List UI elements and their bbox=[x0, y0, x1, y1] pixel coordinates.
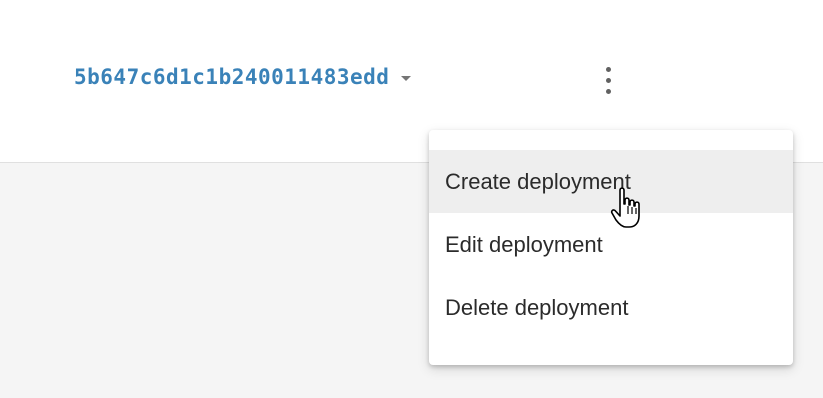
kebab-dot bbox=[605, 88, 611, 94]
kebab-dot bbox=[605, 66, 611, 72]
kebab-dot bbox=[605, 77, 611, 83]
menu-item-label: Edit deployment bbox=[445, 231, 603, 257]
menu-item-label: Create deployment bbox=[445, 168, 631, 194]
menu-item-label: Delete deployment bbox=[445, 294, 629, 320]
menu-item-delete-deployment[interactable]: Delete deployment bbox=[429, 276, 793, 339]
deployment-selector[interactable]: 5b647c6d1c1b240011483edd bbox=[74, 62, 412, 92]
more-vert-icon[interactable] bbox=[596, 60, 620, 100]
menu-item-edit-deployment[interactable]: Edit deployment bbox=[429, 213, 793, 276]
actions-menu: Create deployment Edit deployment Delete… bbox=[429, 130, 793, 365]
deployment-id: 5b647c6d1c1b240011483edd bbox=[74, 65, 390, 89]
chevron-down-icon[interactable] bbox=[401, 76, 412, 81]
menu-item-create-deployment[interactable]: Create deployment bbox=[429, 150, 793, 213]
